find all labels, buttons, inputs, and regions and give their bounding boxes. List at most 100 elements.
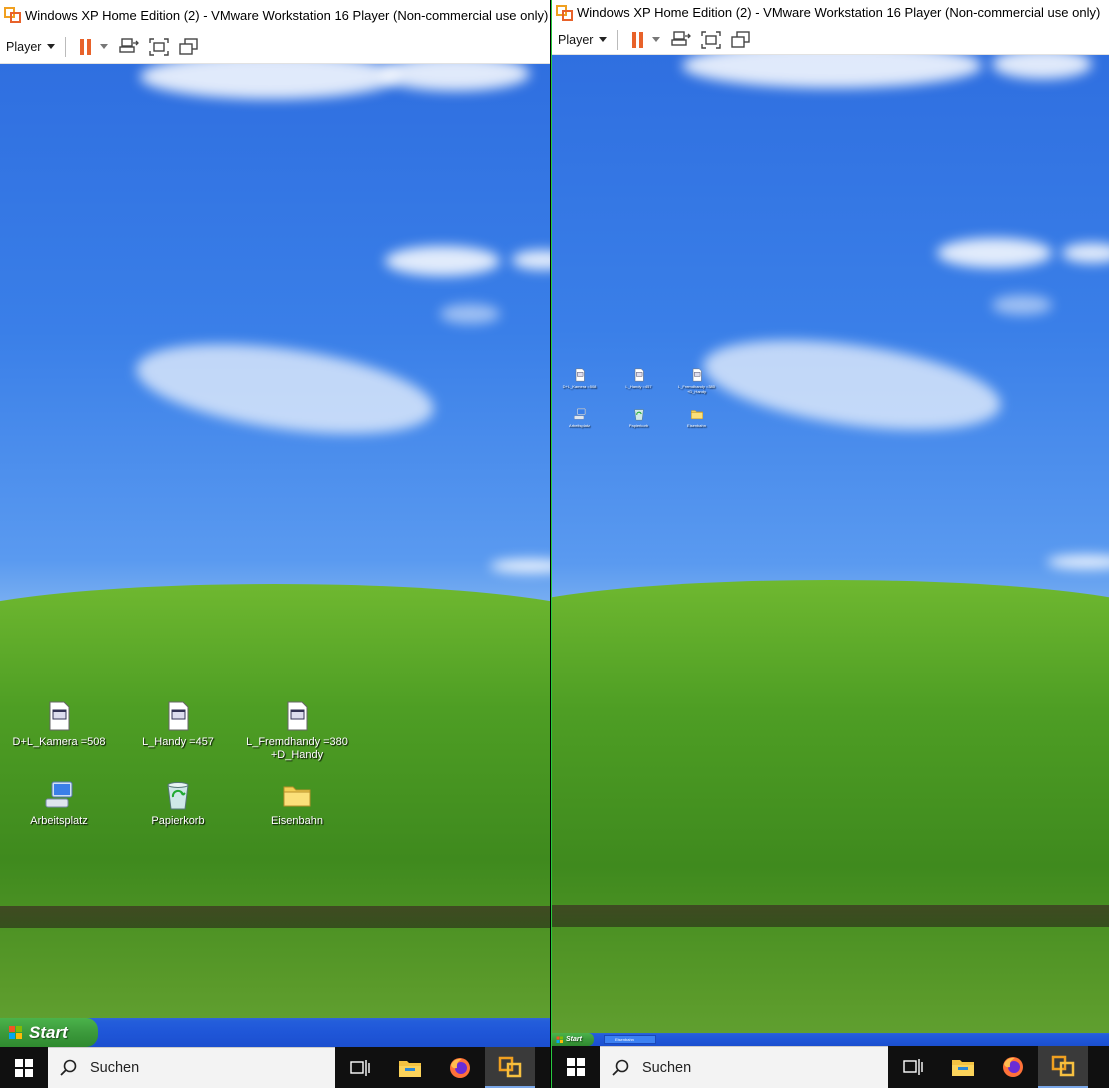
xp-desktop[interactable]: D+L_Kamera =508 L_Handy =457 L_Fremdhand…: [552, 55, 1109, 1033]
player-toolbar: Player: [0, 30, 550, 64]
unity-icon: [731, 30, 751, 48]
windows-search-box[interactable]: Suchen: [600, 1046, 888, 1088]
desktop-icon-3[interactable]: Arbeitsplatz: [557, 407, 602, 428]
task-view-button[interactable]: [888, 1046, 938, 1088]
desktop-icon-label: D+L_Kamera =508: [12, 736, 106, 748]
windows-start-button[interactable]: [0, 1047, 48, 1088]
pause-button[interactable]: [626, 29, 648, 51]
desktop-icon-label: Arbeitsplatz: [30, 815, 88, 827]
desktop-icon-5[interactable]: Eisenbahn: [674, 407, 719, 428]
xp-task-button-eisenbahn[interactable]: Eisenbahn: [604, 1035, 656, 1044]
full-screen-button[interactable]: [700, 29, 722, 51]
send-ctrl-alt-del-icon: [119, 37, 140, 53]
unity-button[interactable]: [178, 36, 200, 58]
cloud: [440, 304, 500, 324]
windows-search-box[interactable]: Suchen: [48, 1047, 335, 1088]
player-menu-button[interactable]: Player: [6, 39, 56, 54]
chevron-down-icon: [47, 44, 56, 49]
cloud: [992, 55, 1092, 79]
firefox-button[interactable]: [988, 1046, 1038, 1088]
title-bar[interactable]: Windows XP Home Edition (2) - VMware Wor…: [552, 0, 1109, 25]
cloud: [385, 246, 500, 276]
windows-logo-icon: [15, 1058, 33, 1077]
desktop-icon-label: L_Handy =457: [625, 384, 652, 389]
desktop-icon-4[interactable]: Papierkorb: [123, 779, 233, 828]
file-explorer-icon: [399, 1060, 421, 1077]
file-explorer-button[interactable]: [385, 1047, 435, 1088]
player-menu-label: Player: [6, 39, 42, 54]
windows-xp-flag-icon: [9, 1025, 22, 1039]
cloud: [1062, 243, 1109, 263]
desktop-icon-1[interactable]: L_Handy =457: [123, 700, 233, 749]
pause-icon: [79, 38, 91, 55]
desktop-icon-label: L_Fremdhandy =380 +D_Handy: [677, 384, 716, 394]
send-ctrl-alt-del-button[interactable]: [118, 36, 140, 58]
vmware-logo-icon: [556, 4, 573, 21]
text-document-icon: [575, 368, 585, 382]
folder-icon: [690, 410, 703, 420]
search-icon: [612, 1059, 629, 1076]
desktop-icon-0[interactable]: D+L_Kamera =508: [557, 368, 602, 389]
recycle-bin-icon: [633, 409, 644, 421]
windows-logo-icon: [567, 1058, 585, 1076]
cloud: [140, 64, 400, 99]
cloud: [937, 238, 1052, 268]
xp-start-button[interactable]: Start: [0, 1018, 98, 1047]
full-screen-icon: [149, 37, 170, 56]
desktop-icon-3[interactable]: Arbeitsplatz: [4, 779, 114, 828]
vmware-window-left: Windows XP Home Edition (2) - VMware Wor…: [0, 0, 550, 1088]
file-explorer-icon: [952, 1060, 974, 1076]
text-document-icon: [634, 368, 644, 382]
windows-start-button[interactable]: [552, 1046, 600, 1088]
xp-start-label: Start: [29, 1022, 68, 1042]
vmware-player-taskbar-button[interactable]: [1038, 1046, 1088, 1088]
cloud: [380, 64, 530, 91]
task-view-icon: [903, 1059, 923, 1075]
xp-start-label: Start: [566, 1036, 582, 1043]
xp-desktop[interactable]: D+L_Kamera =508 L_Handy =457 L_Fremdhand…: [0, 64, 550, 1018]
player-toolbar: Player: [552, 25, 1109, 55]
desktop-icon-2[interactable]: L_Fremdhandy =380 +D_Handy: [242, 700, 352, 762]
desktop-icon-0[interactable]: D+L_Kamera =508: [4, 700, 114, 749]
pause-button[interactable]: [74, 36, 96, 58]
desktop-icon-4[interactable]: Papierkorb: [616, 407, 661, 428]
send-ctrl-alt-del-button[interactable]: [670, 29, 692, 51]
desktop-icon-5[interactable]: Eisenbahn: [242, 779, 352, 828]
send-ctrl-alt-del-icon: [671, 30, 692, 46]
full-screen-icon: [701, 30, 722, 49]
desktop-icon-1[interactable]: L_Handy =457: [616, 368, 661, 389]
task-view-button[interactable]: [335, 1047, 385, 1088]
desktop-icon-label: Papierkorb: [151, 815, 205, 827]
unity-button[interactable]: [730, 29, 752, 51]
toolbar-separator: [65, 36, 67, 57]
player-menu-label: Player: [558, 32, 594, 47]
cloud: [130, 328, 440, 450]
windows-taskbar: Suchen: [0, 1047, 550, 1088]
player-menu-button[interactable]: Player: [558, 32, 608, 47]
recycle-bin-icon: [167, 782, 189, 810]
cloud: [682, 55, 982, 88]
file-explorer-button[interactable]: [938, 1046, 988, 1088]
xp-taskbar: Start Eisenbahn: [552, 1033, 1109, 1046]
folder-icon: [283, 786, 311, 807]
pause-icon: [631, 31, 643, 48]
desktop-icon-label: Eisenbahn: [271, 815, 323, 827]
text-document-icon: [168, 701, 189, 731]
desktop-icon-2[interactable]: L_Fremdhandy =380 +D_Handy: [674, 368, 719, 394]
text-document-icon: [287, 701, 308, 731]
vmware-player-taskbar-button[interactable]: [485, 1047, 535, 1088]
power-options-dropdown[interactable]: [100, 44, 109, 49]
cloud: [992, 295, 1052, 315]
search-placeholder: Suchen: [90, 1060, 140, 1076]
xp-start-button[interactable]: Start: [552, 1033, 594, 1046]
firefox-button[interactable]: [435, 1047, 485, 1088]
desktop-icon-label: L_Fremdhandy =380 +D_Handy: [246, 736, 348, 761]
title-bar[interactable]: Windows XP Home Edition (2) - VMware Wor…: [0, 0, 550, 30]
green-hill: [552, 580, 1109, 1033]
cloud: [697, 324, 1007, 446]
unity-icon: [179, 37, 199, 55]
power-options-dropdown[interactable]: [652, 37, 661, 42]
task-view-icon: [350, 1059, 370, 1076]
full-screen-button[interactable]: [148, 36, 170, 58]
vmware-player-icon: [1051, 1055, 1075, 1077]
